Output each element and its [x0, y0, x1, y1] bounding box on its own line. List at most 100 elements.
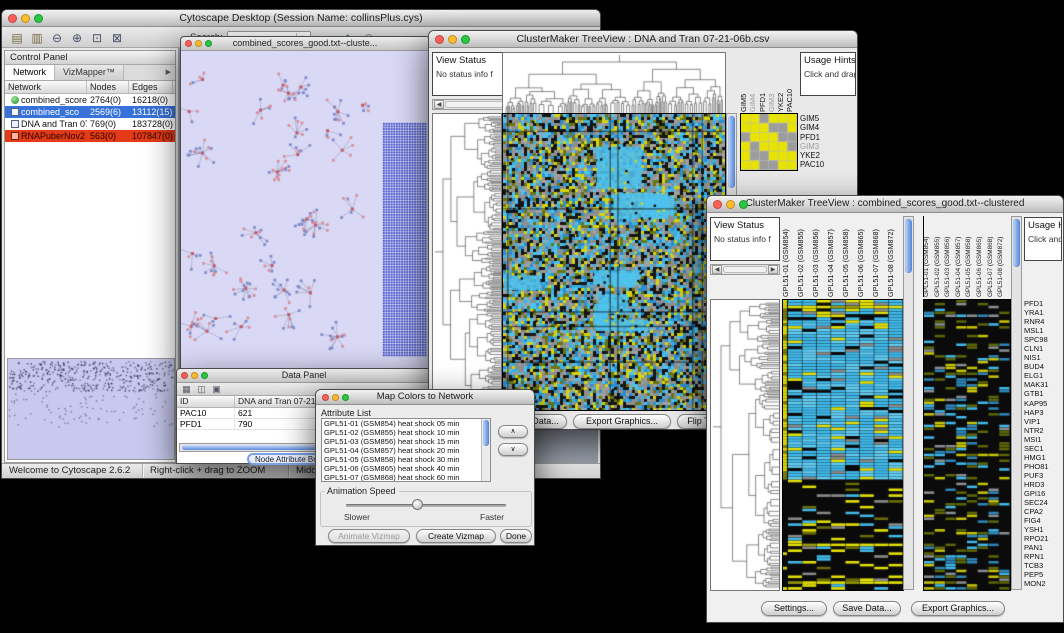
zoom-fit-icon[interactable]: ⊠ [108, 30, 126, 46]
tab-network[interactable]: Network [5, 65, 55, 80]
create-vizmap-button[interactable]: Create Vizmap [416, 529, 496, 543]
network-row[interactable]: combined_sco2569(6)13112(15) [5, 106, 175, 118]
gene-label: PHO81 [1024, 462, 1064, 471]
status-text: Right-click + drag to ZOOM [142, 464, 288, 478]
column-label: GPL51-03 (GSM856) [945, 216, 956, 297]
save-data-button[interactable]: Save Data... [833, 601, 901, 616]
minimize-icon[interactable] [448, 35, 457, 44]
settings-button[interactable]: Settings... [761, 601, 827, 616]
attribute-select-icon[interactable]: ▦ [180, 384, 193, 395]
map-colors-titlebar[interactable]: Map Colors to Network [316, 390, 534, 405]
attribute-list-scrollbar[interactable] [481, 419, 490, 481]
gene-label: PAN1 [1024, 543, 1064, 552]
attribute-list-item[interactable]: GPL51-04 (GSM857) heat shock 20 min [322, 446, 481, 455]
network-canvas[interactable] [181, 51, 429, 368]
minimize-icon[interactable] [332, 394, 339, 401]
maximize-icon[interactable] [342, 394, 349, 401]
selection-vscrollbar[interactable] [1011, 216, 1022, 590]
scroll-track[interactable] [723, 266, 767, 273]
gene-label: HAP3 [1024, 408, 1064, 417]
column-label: GPL51-07 (GSM868) [988, 216, 999, 297]
tab-vizmapper[interactable]: VizMapper™ [55, 65, 124, 80]
open-session-icon[interactable]: ▤ [8, 30, 26, 46]
network-row[interactable]: combined_scores2764(0)16218(0) [5, 94, 175, 106]
gene-label: MSL1 [1024, 326, 1064, 335]
column-label: GPL51-06 (GSM865) [857, 216, 872, 297]
heatmap-vscrollbar[interactable] [903, 216, 914, 590]
scroll-track[interactable] [445, 101, 507, 108]
gene-label: PFD1 [800, 133, 844, 142]
treeview-combined-titlebar[interactable]: ClusterMaker TreeView : combined_scores_… [707, 196, 1063, 213]
column-label: GPL51-02 (GSM855) [797, 216, 812, 297]
table-options-icon[interactable]: ▣ [210, 384, 223, 395]
attribute-list[interactable]: GPL51-01 (GSM854) heat shock 05 minGPL51… [321, 418, 491, 482]
treeview-dna-titlebar[interactable]: ClusterMaker TreeView : DNA and Tran 07-… [429, 31, 857, 48]
main-titlebar[interactable]: Cytoscape Desktop (Session Name: collins… [2, 10, 600, 27]
minimize-icon[interactable] [726, 200, 735, 209]
gene-label: CLN1 [1024, 344, 1064, 353]
close-icon[interactable] [435, 35, 444, 44]
gene-label: GTB1 [1024, 389, 1064, 398]
close-icon[interactable] [185, 40, 192, 47]
move-down-button[interactable]: ∨ [498, 443, 528, 456]
data-panel-titlebar[interactable]: Data Panel [177, 369, 431, 383]
export-graphics-button[interactable]: Export Graphics... [573, 414, 671, 429]
attribute-list-item[interactable]: GPL51-03 (GSM856) heat shock 15 min [322, 437, 481, 446]
scroll-right-icon[interactable]: ▶ [768, 265, 778, 274]
slower-label: Slower [344, 512, 370, 522]
network-icon [11, 96, 19, 104]
minimize-icon[interactable] [191, 372, 198, 379]
speed-slider-track[interactable] [346, 504, 506, 507]
network-row[interactable]: RNAPuberNov2563(0)107847(0) [5, 130, 175, 142]
gene-label: GIM3 [800, 142, 844, 151]
heatmap-column-labels: GPL51-01 (GSM854)GPL51-02 (GSM855)GPL51-… [782, 216, 902, 297]
attribute-list-item[interactable]: GPL51-06 (GSM865) heat shock 40 min [322, 464, 481, 473]
maximize-icon[interactable] [34, 14, 43, 23]
row-dendrogram[interactable] [432, 113, 502, 411]
column-dendrogram[interactable] [502, 52, 726, 114]
maximize-icon[interactable] [201, 372, 208, 379]
zoom-scrollbar[interactable]: ◀ ▶ [710, 264, 780, 275]
row-dendrogram[interactable] [710, 299, 780, 591]
attribute-list-item[interactable]: GPL51-05 (GSM858) heat shock 30 min [322, 455, 481, 464]
attribute-list-item[interactable]: GPL51-07 (GSM868) heat shock 60 min [322, 473, 481, 482]
scroll-left-icon[interactable]: ◀ [434, 100, 444, 109]
selection-heatmap[interactable] [923, 299, 1011, 591]
tab-overflow-icon[interactable]: ▶ [162, 65, 175, 80]
zoom-out-icon[interactable]: ⊖ [48, 30, 66, 46]
network-view-titlebar[interactable]: combined_scores_good.txt--cluste... [181, 37, 429, 51]
submatrix-heatmap[interactable] [740, 113, 798, 171]
gene-label: PUF3 [1024, 471, 1064, 480]
zoom-selected-icon[interactable]: ⊡ [88, 30, 106, 46]
done-button[interactable]: Done [500, 529, 532, 543]
export-graphics-button[interactable]: Export Graphics... [911, 601, 1005, 616]
close-icon[interactable] [8, 14, 17, 23]
function-icon[interactable]: ◫ [195, 384, 208, 395]
close-icon[interactable] [181, 372, 188, 379]
scroll-left-icon[interactable]: ◀ [712, 265, 722, 274]
gene-label: GPI16 [1024, 489, 1064, 498]
usage-hints-text: Click and drag to [801, 66, 855, 79]
minimize-icon[interactable] [195, 40, 202, 47]
speed-slider-knob[interactable] [412, 499, 423, 510]
import-network-icon[interactable]: ▥ [28, 30, 46, 46]
maximize-icon[interactable] [461, 35, 470, 44]
column-label: GPL51-03 (GSM856) [812, 216, 827, 297]
close-icon[interactable] [322, 394, 329, 401]
close-icon[interactable] [713, 200, 722, 209]
zoom-in-icon[interactable]: ⊕ [68, 30, 86, 46]
attribute-list-item[interactable]: GPL51-01 (GSM854) heat shock 05 min [322, 419, 481, 428]
maximize-icon[interactable] [739, 200, 748, 209]
move-up-button[interactable]: ∧ [498, 425, 528, 438]
maximize-icon[interactable] [205, 40, 212, 47]
attribute-list-item[interactable]: GPL51-02 (GSM855) heat shock 10 min [322, 428, 481, 437]
heatmap[interactable] [502, 113, 726, 411]
column-label: GPL51-07 (GSM868) [872, 216, 887, 297]
column-label: GPL51-05 (GSM858) [842, 216, 857, 297]
minimize-icon[interactable] [21, 14, 30, 23]
heatmap[interactable] [782, 299, 904, 591]
network-column-header: Nodes [87, 81, 129, 93]
network-overview-thumbnail[interactable] [7, 358, 175, 460]
network-row[interactable]: DNA and Tran 07769(0)183728(0) [5, 118, 175, 130]
column-label: GPL51-04 (GSM857) [827, 216, 842, 297]
